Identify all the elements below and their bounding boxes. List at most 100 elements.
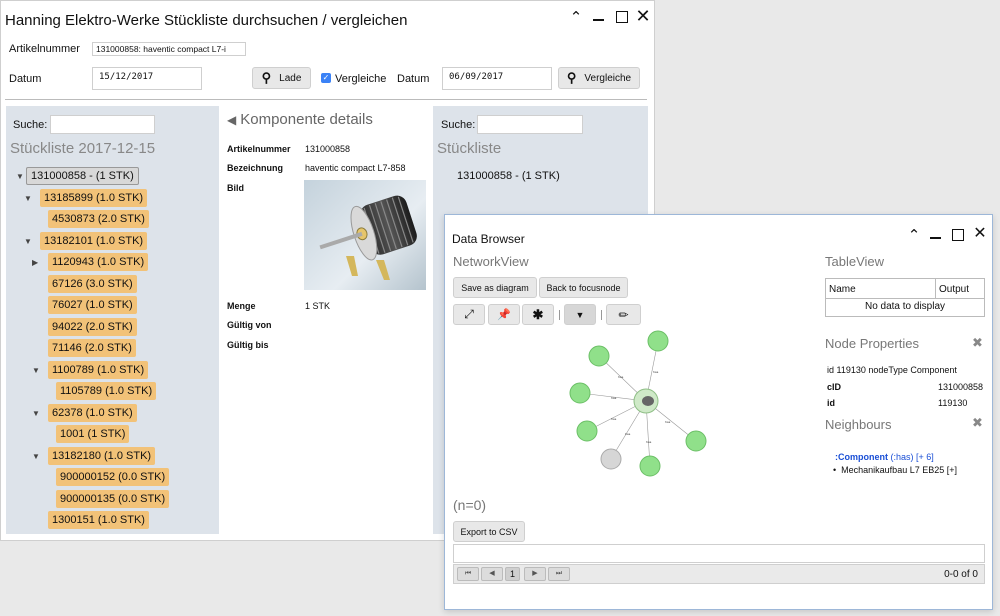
graph-node[interactable] [685,430,707,452]
brush-icon[interactable]: ✏ [606,304,641,325]
tree-node[interactable]: 1120943 (1.0 STK) [48,253,149,271]
vergleiche-button-label: Vergleiche [584,72,632,84]
collapse-left-icon[interactable]: ◀ [227,113,236,127]
svg-text:has: has [611,417,617,421]
tree-node[interactable]: 1001 (1 STK) [56,425,130,443]
data-browser-title: Data Browser [452,232,525,246]
datum2-label: Datum [397,73,430,85]
graph-node[interactable] [647,330,669,352]
tree-node[interactable]: 1100789 (1.0 STK) [48,360,149,379]
caret-down-icon[interactable]: ▼ [24,237,32,246]
svg-text:has: has [625,432,631,436]
vergleiche-checkbox[interactable]: ✓ [321,73,331,83]
export-textarea[interactable] [453,544,985,563]
caret-down-icon[interactable]: ▼ [32,452,40,461]
toolbar-separator [559,310,560,320]
neighbour-list-item[interactable]: • Mechanikaufbau L7 EB25 [+] [833,465,957,475]
node-properties-heading: Node Properties [825,336,919,351]
caret-down-icon[interactable]: ▼ [24,194,32,203]
table-col-output[interactable]: Output [936,279,984,299]
page-number[interactable]: 1 [505,567,520,581]
caret-right-icon[interactable]: ▶ [32,258,38,267]
datum-label: Datum [9,73,42,85]
graph-node[interactable] [576,420,598,442]
left-stueckliste-panel: Suche: Stückliste 2017-12-15 ▼ 131000858 … [6,106,219,534]
svg-text:has: has [611,396,617,400]
table-view-heading: TableView [825,254,885,269]
props-id-value: 119130 [938,398,968,408]
chevron-up-icon[interactable]: ⌃ [567,9,585,27]
caret-down-icon[interactable]: ▼ [32,409,40,418]
maximize-icon[interactable] [949,227,967,245]
last-page-icon[interactable]: ⏭ [548,567,570,581]
next-page-icon[interactable]: ▶ [524,567,546,581]
detail-gueltig-von-key: Gültig von [227,320,272,330]
tree-node[interactable]: 71146 (2.0 STK) [48,339,136,357]
tree-node[interactable]: 76027 (1.0 STK) [48,296,137,314]
datum2-input[interactable]: 06/09/2017 [442,67,552,90]
network-graph[interactable]: has has has has has has has [545,323,725,483]
filter-icon[interactable]: ▼ [564,304,596,325]
first-page-icon[interactable]: ⏮ [457,567,479,581]
pin-icon[interactable]: 📌 [488,304,520,325]
close-icon[interactable]: ✕ [634,7,652,25]
minimize-icon[interactable] [927,227,945,245]
tree-node[interactable]: 67126 (3.0 STK) [48,274,137,293]
node-count: (n=0) [453,497,487,513]
maximize-icon[interactable] [613,9,631,27]
graph-node[interactable] [639,455,661,477]
left-stueckliste-heading: Stückliste 2017-12-15 [10,140,156,157]
caret-down-icon[interactable]: ▼ [16,172,24,181]
props-summary: id 119130 nodeType Component [827,365,957,375]
graph-node[interactable] [588,345,610,367]
window-title: Hanning Elektro-Werke Stückliste durchsu… [5,12,408,29]
save-as-diagram-button[interactable]: Save as diagram [453,277,537,298]
tree-node[interactable]: 1300151 (1.0 STK) [48,511,149,529]
tree-node[interactable]: 94022 (2.0 STK) [48,317,137,336]
neighbour-type: :Component [835,452,888,462]
right-search-label: Suche: [441,119,476,131]
right-root-item[interactable]: 131000858 - (1 STK) [457,170,560,182]
datum2-value: 06/09/2017 [449,72,504,82]
neighbour-item-label: Mechanikaufbau L7 EB25 [+] [841,465,957,475]
neighbour-group[interactable]: :Component (:has) [+ 6] [835,452,934,462]
prev-page-icon[interactable]: ◀ [481,567,503,581]
tree-node[interactable]: 13185899 (1.0 STK) [40,188,148,207]
right-search-input[interactable] [477,115,583,134]
close-neighbours-icon[interactable]: ✖ [972,415,983,431]
expand-icon[interactable]: ⤢ [453,304,485,325]
caret-down-icon[interactable]: ▼ [32,366,40,375]
detail-menge-value: 1 STK [305,301,331,311]
svg-text:has: has [646,440,652,444]
datum-input[interactable]: 15/12/2017 [92,67,202,90]
graph-node[interactable] [569,382,591,404]
tree-node[interactable]: 900000152 (0.0 STK) [56,468,170,486]
datum-value: 15/12/2017 [99,72,154,82]
tree-node[interactable]: 13182180 (1.0 STK) [48,446,156,465]
graph-node[interactable] [600,448,622,470]
lade-button[interactable]: ⚲ Lade [252,67,311,89]
tree-node[interactable]: 13182101 (1.0 STK) [40,231,148,250]
table-col-name[interactable]: Name [826,279,936,299]
product-image [304,180,426,290]
lade-label: Lade [279,72,302,84]
close-properties-icon[interactable]: ✖ [972,335,983,351]
svg-text:has: has [618,375,624,379]
tree-node[interactable]: 62378 (1.0 STK) [48,403,137,422]
neighbour-more[interactable]: [+ 6] [916,452,934,462]
back-to-focusnode-button[interactable]: Back to focusnode [539,277,628,298]
close-icon[interactable]: ✕ [971,225,989,243]
vergleiche-button[interactable]: ⚲ Vergleiche [558,67,640,89]
artikelnummer-input[interactable]: 131000858: haventic compact L7-⁣i [92,42,246,56]
tree-node[interactable]: 900000135 (0.0 STK) [56,489,170,508]
export-to-csv-button[interactable]: Export to CSV [453,521,525,542]
left-search-input[interactable] [50,115,155,134]
tree-node[interactable]: 131000858 - (1 STK) [26,167,139,185]
search-icon: ⚲ [261,70,272,85]
tree-node[interactable]: 4530873 (2.0 STK) [48,210,149,228]
tree-node[interactable]: 1105789 (1.0 STK) [56,382,157,400]
details-heading: ◀ Komponente details [227,111,373,128]
chevron-up-icon[interactable]: ⌃ [905,227,923,245]
asterisk-icon[interactable]: ✱ [522,304,554,325]
minimize-icon[interactable] [590,9,608,27]
